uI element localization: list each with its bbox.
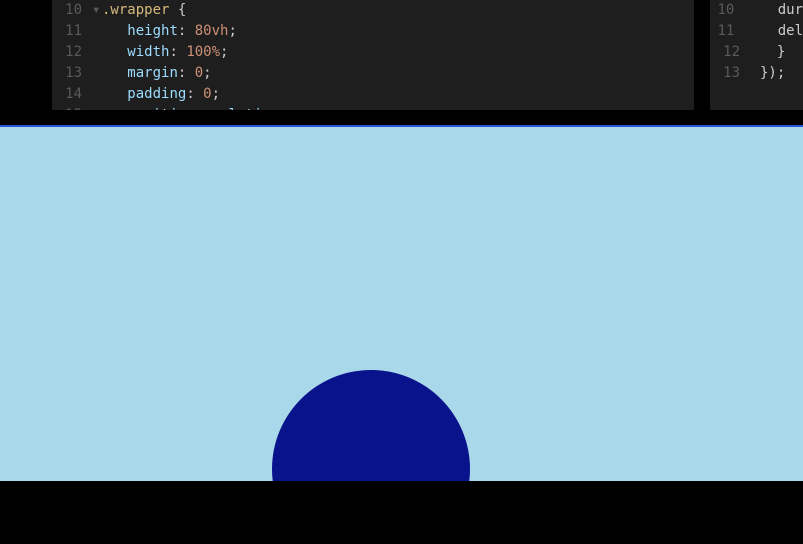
line-number: 13 bbox=[52, 63, 92, 84]
preview-circle bbox=[272, 370, 470, 481]
code-content[interactable]: padding: 0; bbox=[102, 84, 694, 105]
line-number: 12 bbox=[710, 42, 750, 63]
editor-css[interactable]: 10▾.wrapper {11 height: 80vh;12 width: 1… bbox=[52, 0, 694, 110]
preview-pane[interactable] bbox=[0, 125, 803, 481]
app-root: 10▾.wrapper {11 height: 80vh;12 width: 1… bbox=[0, 0, 803, 544]
divider-bar bbox=[0, 110, 803, 125]
code-line[interactable]: 13}); bbox=[710, 63, 803, 84]
line-number: 11 bbox=[710, 21, 744, 42]
line-number: 10 bbox=[710, 0, 744, 21]
line-number: 10 bbox=[52, 0, 92, 21]
code-line[interactable]: 10 dur bbox=[710, 0, 803, 21]
code-line[interactable]: 11 height: 80vh; bbox=[52, 21, 694, 42]
fold-icon[interactable]: ▾ bbox=[92, 0, 102, 21]
code-content[interactable]: }); bbox=[760, 63, 803, 84]
code-content[interactable]: height: 80vh; bbox=[102, 21, 694, 42]
code-line[interactable]: 12 width: 100%; bbox=[52, 42, 694, 63]
code-content[interactable]: del bbox=[752, 21, 803, 42]
line-number: 13 bbox=[710, 63, 750, 84]
code-line[interactable]: 10▾.wrapper { bbox=[52, 0, 694, 21]
code-area: 10▾.wrapper {11 height: 80vh;12 width: 1… bbox=[0, 0, 803, 110]
editor-js[interactable]: 10 dur11 del12 }13}); bbox=[710, 0, 803, 110]
code-content[interactable]: dur bbox=[752, 0, 803, 21]
code-line[interactable]: 13 margin: 0; bbox=[52, 63, 694, 84]
code-line[interactable]: 12 } bbox=[710, 42, 803, 63]
code-line[interactable]: 14 padding: 0; bbox=[52, 84, 694, 105]
code-line[interactable]: 11 del bbox=[710, 21, 803, 42]
line-number: 12 bbox=[52, 42, 92, 63]
line-number: 11 bbox=[52, 21, 92, 42]
line-number: 14 bbox=[52, 84, 92, 105]
code-content[interactable]: } bbox=[760, 42, 803, 63]
code-content[interactable]: .wrapper { bbox=[102, 0, 694, 21]
code-content[interactable]: margin: 0; bbox=[102, 63, 694, 84]
bottom-bar bbox=[0, 481, 803, 544]
code-content[interactable]: width: 100%; bbox=[102, 42, 694, 63]
